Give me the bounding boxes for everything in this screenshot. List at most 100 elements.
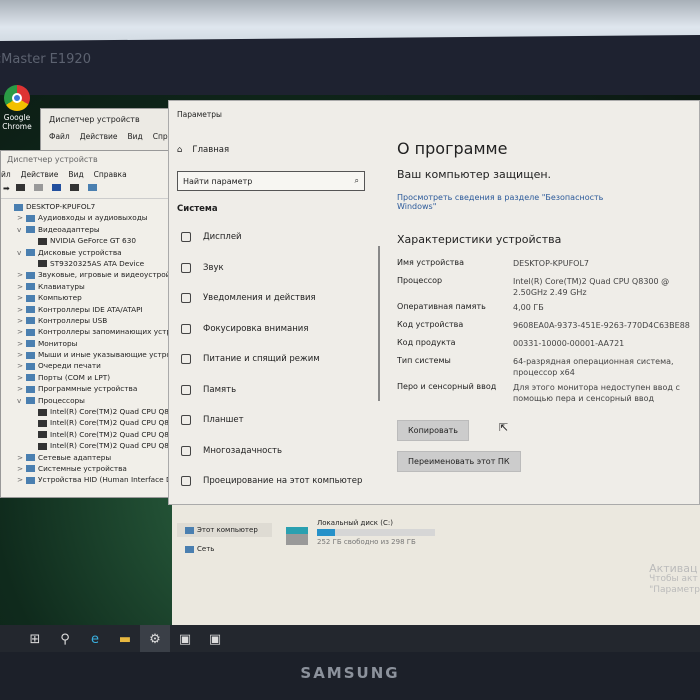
expand-toggle[interactable]: v (17, 247, 26, 258)
menu-help[interactable]: Справка (94, 170, 127, 179)
file-explorer-window[interactable]: Этот компьютер Сеть Локальный диск (C:) … (172, 505, 700, 625)
device-tree-item[interactable]: Intel(R) Core(TM)2 Quad CPU Q8300 (5, 406, 189, 417)
device-tree-item[interactable]: Intel(R) Core(TM)2 Quad CPU Q8300 (5, 440, 189, 451)
settings-nav-item[interactable]: Память (177, 375, 367, 406)
nav-home[interactable]: ⌂ Главная (177, 141, 367, 159)
expand-toggle[interactable]: > (17, 452, 26, 463)
expand-toggle[interactable]: > (17, 281, 26, 292)
settings-nav-item[interactable]: Фокусировка внимания (177, 314, 367, 345)
device-tree-item[interactable]: ST9320325AS ATA Device (5, 258, 189, 269)
spec-row: Оперативная память 4,00 ГБ (397, 302, 697, 316)
protection-status: Ваш компьютер защищен. (397, 168, 552, 181)
search-input[interactable]: Найти параметр ⌕ (177, 171, 365, 191)
help-icon[interactable] (51, 184, 61, 191)
device-tree-item[interactable]: > Контроллеры IDE ATA/ATAPI (5, 304, 189, 315)
device-tree-item[interactable]: v Процессоры (5, 395, 189, 406)
device-tree-item[interactable]: Intel(R) Core(TM)2 Quad CPU Q8300 (5, 417, 189, 428)
spec-key: Процессор (397, 276, 443, 285)
device-tree-item[interactable]: > Аудиовходы и аудиовыходы (5, 212, 189, 223)
expand-toggle[interactable]: > (17, 338, 26, 349)
device-label: Порты (COM и LPT) (38, 372, 111, 382)
device-label: Сетевые адаптеры (38, 452, 112, 462)
nav-label: Уведомления и действия (203, 293, 316, 304)
settings-nav-item[interactable]: Проецирование на этот компьютер (177, 466, 367, 497)
settings-nav-item[interactable]: Звук (177, 253, 367, 284)
scrollbar[interactable] (378, 246, 380, 401)
monitor-icon[interactable] (87, 184, 97, 191)
device-icon (26, 214, 35, 222)
properties-icon[interactable] (15, 184, 25, 191)
spec-key: Тип системы (397, 356, 451, 365)
device-tree-item[interactable]: Intel(R) Core(TM)2 Quad CPU Q8300 (5, 429, 189, 440)
settings-nav-item[interactable]: Дисплей (177, 222, 367, 253)
expand-toggle[interactable]: > (17, 292, 26, 303)
expand-toggle[interactable]: > (17, 383, 26, 394)
home-icon: ⌂ (177, 145, 183, 155)
expand-toggle[interactable]: v (17, 395, 26, 406)
device-tree-item[interactable]: > Контроллеры USB (5, 315, 189, 326)
device-manager-icon[interactable]: ▣ (200, 625, 230, 653)
expand-toggle[interactable]: v (17, 224, 26, 235)
rename-pc-button[interactable]: Переименовать этот ПК (397, 451, 521, 472)
copy-button[interactable]: Копировать (397, 420, 469, 441)
settings-nav-item[interactable]: Питание и спящий режим (177, 344, 367, 375)
device-tree-item[interactable]: > Мыши и иные указывающие устройства (5, 349, 193, 360)
settings-window[interactable]: Параметры ⌂ Главная Найти параметр ⌕ Систе… (168, 100, 700, 505)
nav-icon (181, 262, 191, 273)
security-link[interactable]: Просмотреть сведения в разделе "Безопасн… (397, 193, 617, 211)
nav-this-pc[interactable]: Этот компьютер (177, 523, 272, 537)
drive-c[interactable]: Локальный диск (C:) 252 ГБ свободно из 2… (317, 519, 435, 546)
device-tree-item[interactable]: > Порты (COM и LPT) (5, 372, 189, 383)
nav-network[interactable]: Сеть (185, 545, 214, 553)
file-explorer-icon[interactable]: ▬ (110, 625, 140, 653)
forward-icon[interactable]: ➡ (3, 184, 10, 193)
search-icon[interactable]: ⚲ (50, 625, 80, 653)
device-tree-item[interactable]: > Программные устройства (5, 383, 189, 394)
expand-toggle[interactable]: > (17, 212, 26, 223)
menu-view[interactable]: Вид (127, 132, 142, 141)
expand-toggle[interactable]: > (17, 372, 26, 383)
settings-gear-icon[interactable]: ⚙ (140, 625, 170, 653)
device-tree-item[interactable]: DESKTOP-KPUFOL7 (5, 201, 189, 212)
menu-view[interactable]: Вид (68, 170, 83, 179)
expand-toggle[interactable]: > (17, 326, 26, 337)
windows-start-icon[interactable]: ⊞ (20, 625, 50, 653)
expand-toggle[interactable]: > (17, 349, 26, 360)
device-manager-window[interactable]: Диспетчер устройств йл Действие Вид Справка… (0, 150, 198, 498)
expand-toggle[interactable]: > (17, 304, 26, 315)
device-tree-item[interactable]: NVIDIA GeForce GT 630 (5, 235, 189, 246)
device-manager-window-back[interactable]: Диспетчер устройств Файл Действие Вид Справ (40, 108, 177, 153)
expand-toggle[interactable]: > (17, 463, 26, 474)
device-tree-item[interactable]: > Системные устройства (5, 463, 189, 474)
device-tree-item[interactable]: > Компьютер (5, 292, 189, 303)
device-icon (38, 237, 47, 245)
menu-file[interactable]: Файл (49, 132, 70, 141)
device-tree-item[interactable]: > Сетевые адаптеры (5, 452, 189, 463)
device-tree-item[interactable]: > Контроллеры запоминающих устройств (5, 326, 193, 337)
expand-toggle[interactable]: > (17, 315, 26, 326)
device-tree-item[interactable]: v Дисковые устройства (5, 247, 189, 258)
device-tree-item[interactable]: > Клавиатуры (5, 281, 189, 292)
device-tree-item[interactable]: > Очереди печати (5, 360, 189, 371)
device-tree-item[interactable]: > Устройства HID (Human Interface Devices… (5, 474, 198, 485)
device-label: Процессоры (38, 395, 85, 405)
settings-nav-item[interactable]: Многозадачность (177, 436, 367, 467)
update-driver-icon[interactable] (33, 184, 43, 191)
device-manager-icon[interactable]: ▣ (170, 625, 200, 653)
expand-toggle[interactable]: > (17, 360, 26, 371)
drive-usage-bar (317, 529, 435, 536)
device-tree-item[interactable]: > Мониторы (5, 338, 189, 349)
settings-nav-item[interactable]: Уведомления и действия (177, 283, 367, 314)
expand-toggle[interactable]: > (17, 269, 26, 280)
device-tree-item[interactable]: v Видеоадаптеры (5, 224, 189, 235)
menu-action[interactable]: Действие (21, 170, 59, 179)
view-icon[interactable] (69, 184, 79, 191)
menu-file[interactable]: йл (1, 170, 11, 179)
menu-action[interactable]: Действие (80, 132, 118, 141)
edge-icon[interactable]: e (80, 625, 110, 653)
desktop-icon-chrome[interactable]: Google Chrome (0, 85, 34, 131)
settings-nav-item[interactable]: Планшет (177, 405, 367, 436)
expand-toggle[interactable]: > (17, 474, 26, 485)
chrome-icon (4, 85, 30, 111)
device-tree-item[interactable]: > Звуковые, игровые и видеоустройства (5, 269, 189, 280)
